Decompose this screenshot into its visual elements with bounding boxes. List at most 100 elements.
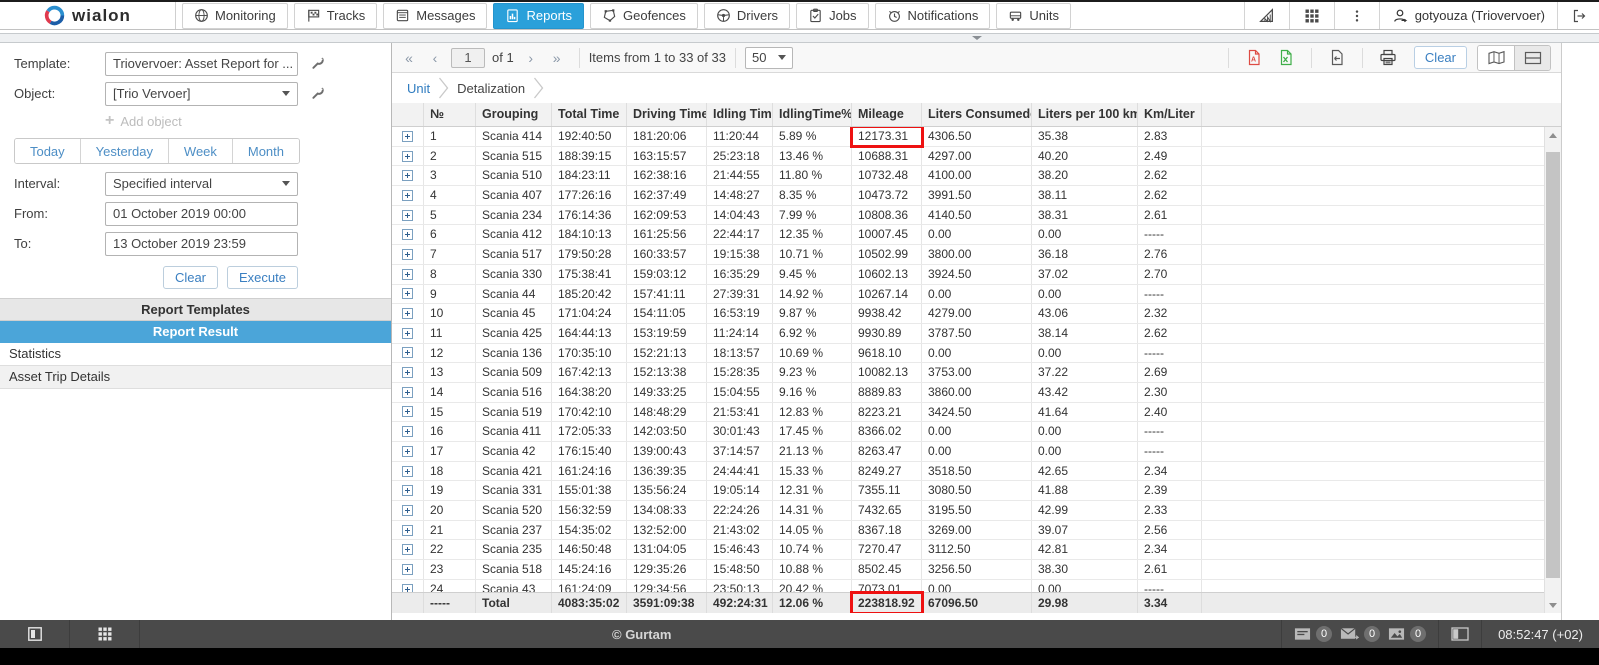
column-header-liters-per-100-km[interactable]: Liters per 100 km bbox=[1032, 103, 1138, 126]
report-templates-section[interactable]: Report Templates bbox=[0, 298, 391, 321]
column-header--[interactable]: № bbox=[424, 103, 476, 126]
column-header-mileage[interactable]: Mileage bbox=[852, 103, 922, 126]
nav-item-tracks[interactable]: Tracks bbox=[294, 3, 378, 29]
prev-page-button[interactable]: ‹ bbox=[422, 50, 448, 66]
sidebar-item-asset-trip-details[interactable]: Asset Trip Details bbox=[0, 366, 391, 389]
nav-item-units[interactable]: Units bbox=[996, 3, 1071, 29]
column-header-idlingtime-[interactable]: IdlingTime% bbox=[773, 103, 852, 126]
expand-icon[interactable] bbox=[402, 367, 413, 378]
column-header-expand[interactable] bbox=[392, 103, 424, 126]
nav-item-jobs[interactable]: Jobs bbox=[796, 3, 868, 29]
panel-toggle-button[interactable] bbox=[0, 620, 70, 648]
expand-icon[interactable] bbox=[402, 485, 413, 496]
column-header-driving-time[interactable]: Driving Time bbox=[627, 103, 707, 126]
tab-detalization[interactable]: Detalization bbox=[455, 81, 527, 96]
expand-icon[interactable] bbox=[402, 406, 413, 417]
expand-icon[interactable] bbox=[402, 151, 413, 162]
kebab-menu-button[interactable] bbox=[1334, 2, 1379, 29]
table-row: 5Scania 234176:14:36162:09:5314:04:437.9… bbox=[392, 206, 1544, 226]
export-file-button[interactable] bbox=[1321, 49, 1353, 66]
map-view-icon bbox=[1487, 50, 1506, 65]
vertical-scrollbar[interactable] bbox=[1544, 127, 1561, 613]
collapse-chevron-icon[interactable] bbox=[972, 36, 982, 40]
object-settings-button[interactable] bbox=[310, 86, 325, 101]
to-date-input[interactable]: 13 October 2019 23:59 bbox=[105, 232, 298, 256]
wialon-logo[interactable]: wialon bbox=[0, 2, 176, 29]
column-header-total-time[interactable]: Total Time bbox=[552, 103, 627, 126]
object-select[interactable]: [Trio Vervoer] bbox=[105, 82, 298, 106]
split-view-button[interactable] bbox=[1514, 46, 1550, 70]
cell: 0.00 bbox=[922, 580, 1032, 592]
expand-icon[interactable] bbox=[402, 288, 413, 299]
quick-range-today[interactable]: Today bbox=[15, 139, 80, 163]
expand-icon[interactable] bbox=[402, 131, 413, 142]
page-number-input[interactable]: 1 bbox=[451, 48, 485, 68]
expand-icon[interactable] bbox=[402, 505, 413, 516]
logout-button[interactable] bbox=[1557, 2, 1599, 29]
page-size-select[interactable]: 50 bbox=[745, 47, 793, 69]
user-menu[interactable]: gotyouza (Triovervoer) bbox=[1379, 2, 1557, 29]
expand-icon[interactable] bbox=[402, 446, 413, 457]
export-pdf-button[interactable]: A bbox=[1238, 49, 1270, 66]
from-date-input[interactable]: 01 October 2019 00:00 bbox=[105, 202, 298, 226]
print-button[interactable] bbox=[1372, 49, 1404, 66]
expand-icon[interactable] bbox=[402, 347, 413, 358]
expand-icon[interactable] bbox=[402, 544, 413, 555]
next-page-button[interactable]: › bbox=[518, 50, 544, 66]
template-select[interactable]: Triovervoer: Asset Report for ... bbox=[105, 52, 298, 76]
table-row: 10Scania 45171:04:24154:11:0516:53:199.8… bbox=[392, 304, 1544, 324]
cell: Scania 519 bbox=[476, 403, 552, 422]
messages-panel-counter[interactable]: 0 bbox=[1294, 626, 1332, 642]
expand-icon[interactable] bbox=[402, 525, 413, 536]
expand-icon[interactable] bbox=[402, 426, 413, 437]
expand-icon[interactable] bbox=[402, 269, 413, 280]
scroll-down-button[interactable] bbox=[1545, 597, 1561, 613]
clear-form-button[interactable]: Clear bbox=[163, 266, 218, 289]
sidebar-item-statistics[interactable]: Statistics bbox=[0, 343, 391, 366]
clear-report-button[interactable]: Clear bbox=[1414, 46, 1467, 69]
mail-counter[interactable]: 0 bbox=[1340, 626, 1380, 642]
export-excel-button[interactable] bbox=[1270, 49, 1302, 66]
execute-button[interactable]: Execute bbox=[227, 266, 298, 289]
column-header-km-liter[interactable]: Km/Liter bbox=[1138, 103, 1202, 126]
map-view-button[interactable] bbox=[1478, 46, 1514, 70]
last-page-button[interactable]: » bbox=[544, 50, 570, 66]
nav-item-geofences[interactable]: Geofences bbox=[590, 3, 698, 29]
expand-icon[interactable] bbox=[402, 170, 413, 181]
columns-toggle-button[interactable] bbox=[1438, 620, 1481, 648]
expand-icon[interactable] bbox=[402, 328, 413, 339]
expand-icon[interactable] bbox=[402, 190, 413, 201]
apps-grid-button[interactable] bbox=[1289, 2, 1334, 29]
column-header-idling-time[interactable]: Idling Time bbox=[707, 103, 773, 126]
nav-item-drivers[interactable]: Drivers bbox=[704, 3, 790, 29]
first-page-button[interactable]: « bbox=[396, 50, 422, 66]
expand-cell bbox=[392, 501, 424, 520]
nav-item-monitoring[interactable]: Monitoring bbox=[182, 3, 288, 29]
tab-unit[interactable]: Unit bbox=[405, 81, 432, 96]
scroll-up-button[interactable] bbox=[1545, 127, 1561, 143]
column-header-liters-consumede[interactable]: Liters Consumede bbox=[922, 103, 1032, 126]
quick-range-week[interactable]: Week bbox=[168, 139, 232, 163]
media-counter[interactable]: 0 bbox=[1388, 626, 1426, 642]
expand-icon[interactable] bbox=[402, 229, 413, 240]
scrollbar-thumb[interactable] bbox=[1546, 152, 1560, 578]
template-settings-button[interactable] bbox=[310, 56, 325, 71]
expand-icon[interactable] bbox=[402, 249, 413, 260]
nav-item-reports[interactable]: Reports bbox=[493, 3, 584, 29]
dashboard-grid-button[interactable] bbox=[70, 620, 140, 648]
expand-icon[interactable] bbox=[402, 466, 413, 477]
quick-range-month[interactable]: Month bbox=[232, 139, 299, 163]
quick-range-yesterday[interactable]: Yesterday bbox=[80, 139, 168, 163]
nav-item-notifications[interactable]: Notifications bbox=[875, 3, 991, 29]
column-header-grouping[interactable]: Grouping bbox=[476, 103, 552, 126]
expand-icon[interactable] bbox=[402, 308, 413, 319]
expand-icon[interactable] bbox=[402, 564, 413, 575]
nav-item-messages[interactable]: Messages bbox=[383, 3, 487, 29]
report-result-section[interactable]: Report Result bbox=[0, 321, 391, 343]
expand-icon[interactable] bbox=[402, 387, 413, 398]
expand-icon[interactable] bbox=[402, 584, 413, 592]
ruler-button[interactable] bbox=[1244, 2, 1289, 29]
interval-select[interactable]: Specified interval bbox=[105, 172, 298, 196]
expand-icon[interactable] bbox=[402, 210, 413, 221]
add-object-button[interactable]: + Add object bbox=[0, 109, 391, 133]
